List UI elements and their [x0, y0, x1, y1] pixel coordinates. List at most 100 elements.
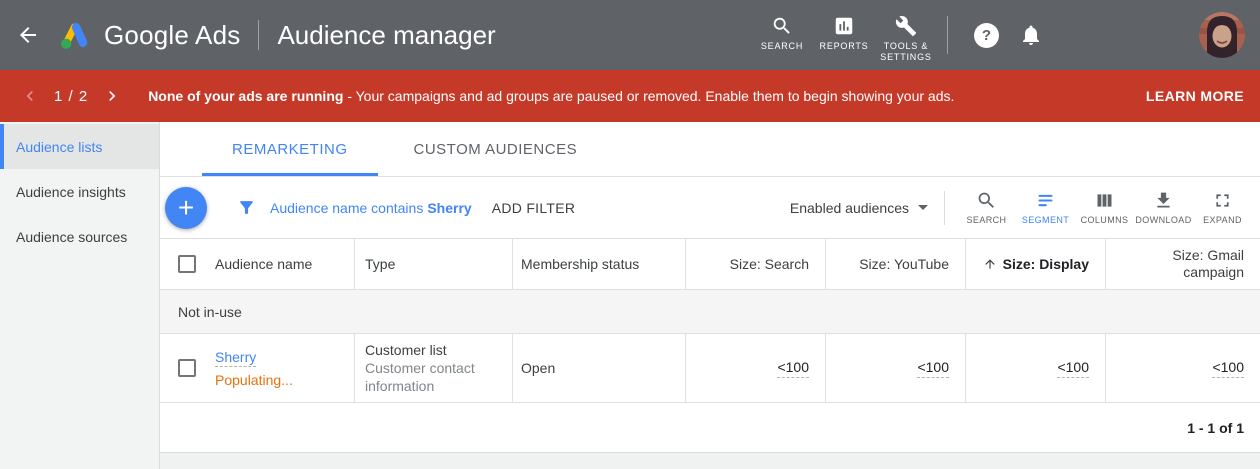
- filter-value: Sherry: [427, 200, 471, 216]
- segment-icon: [1035, 190, 1056, 211]
- google-ads-logo[interactable]: [56, 18, 94, 52]
- alert-message: None of your ads are running - Your camp…: [148, 88, 954, 104]
- bell-icon: [1019, 23, 1043, 47]
- alert-message-bold: None of your ads are running: [148, 88, 343, 104]
- audience-status-dropdown[interactable]: Enabled audiences: [790, 200, 928, 216]
- table-row: Sherry Populating... Customer list Custo…: [160, 334, 1260, 403]
- cell-membership-status: Open: [513, 334, 686, 402]
- brand-name: Google Ads: [104, 20, 240, 51]
- active-filter-chip[interactable]: Audience name containsSherry: [270, 200, 472, 216]
- topbar: Google Ads Audience manager SEARCH REPOR…: [0, 0, 1260, 70]
- topbar-search-button[interactable]: SEARCH: [751, 9, 813, 61]
- back-button[interactable]: [16, 23, 40, 47]
- page-title: Audience manager: [277, 20, 495, 51]
- sidebar-item-label: Audience insights: [16, 184, 126, 200]
- action-label: DOWNLOAD: [1135, 215, 1191, 225]
- column-label: Type: [355, 256, 395, 272]
- topbar-right: SEARCH REPORTS TOOLS & SETTINGS ?: [751, 9, 1245, 61]
- group-label: Not in-use: [178, 304, 242, 320]
- row-checkbox[interactable]: [178, 359, 196, 377]
- add-filter-button[interactable]: ADD FILTER: [492, 200, 576, 216]
- type-detail: Customer contact information: [365, 359, 496, 395]
- arrow-back-icon: [16, 23, 40, 47]
- size-search-value: <100: [777, 359, 809, 378]
- toolbar-divider: [944, 191, 945, 225]
- sidebar-item-audience-sources[interactable]: Audience sources: [0, 214, 159, 259]
- cell-audience-name: Sherry Populating...: [160, 334, 355, 402]
- topbar-vertical-divider: [947, 16, 948, 54]
- sidebar-item-audience-lists[interactable]: Audience lists: [0, 124, 159, 169]
- notifications-button[interactable]: [1019, 23, 1043, 47]
- page-background: [160, 453, 1260, 469]
- alert-prev-button[interactable]: [20, 86, 40, 106]
- download-icon: [1153, 190, 1174, 211]
- topbar-divider: [258, 20, 259, 50]
- topbar-tools-settings-button[interactable]: TOOLS & SETTINGS: [875, 9, 937, 61]
- question-mark-icon: ?: [982, 27, 991, 44]
- chevron-down-icon: [918, 205, 928, 210]
- column-header-audience-name[interactable]: Audience name: [160, 239, 355, 289]
- search-icon: [976, 190, 997, 211]
- cell-size-search: <100: [686, 334, 826, 402]
- cell-size-youtube: <100: [826, 334, 966, 402]
- column-header-size-gmail-campaign[interactable]: Size: Gmail campaign: [1106, 239, 1260, 289]
- table-footer: 1 - 1 of 1: [160, 403, 1260, 453]
- main-content: REMARKETING CUSTOM AUDIENCES + Audience …: [160, 122, 1260, 469]
- column-header-membership-status[interactable]: Membership status: [513, 239, 686, 289]
- columns-button[interactable]: COLUMNS: [1075, 190, 1134, 225]
- tab-bar: REMARKETING CUSTOM AUDIENCES: [160, 122, 1260, 177]
- help-button[interactable]: ?: [974, 23, 999, 48]
- size-youtube-value: <100: [917, 359, 949, 378]
- alert-pager: 1 / 2: [54, 88, 88, 105]
- segment-button[interactable]: SEGMENT: [1016, 190, 1075, 225]
- column-header-size-display-sorted[interactable]: Size: Display: [966, 239, 1106, 289]
- alert-banner: 1 / 2 None of your ads are running - You…: [0, 70, 1260, 122]
- tab-remarketing[interactable]: REMARKETING: [202, 122, 378, 176]
- plus-icon: +: [178, 192, 194, 224]
- filter-icon[interactable]: [237, 198, 256, 217]
- download-button[interactable]: DOWNLOAD: [1134, 190, 1193, 225]
- column-label: Size: Display: [1003, 256, 1089, 272]
- size-display-value: <100: [1057, 359, 1089, 378]
- pagination-text: 1 - 1 of 1: [1187, 420, 1244, 436]
- expand-button[interactable]: EXPAND: [1193, 190, 1252, 225]
- size-gmail-value: <100: [1212, 359, 1244, 378]
- column-header-type[interactable]: Type: [355, 239, 513, 289]
- table-toolbar: + Audience name containsSherry ADD FILTE…: [160, 177, 1260, 239]
- learn-more-link[interactable]: LEARN MORE: [1146, 88, 1244, 104]
- avatar[interactable]: [1199, 12, 1245, 58]
- action-label: SEARCH: [967, 215, 1007, 225]
- add-audience-button[interactable]: +: [165, 187, 207, 229]
- chevron-left-icon: [20, 86, 40, 106]
- tab-label: REMARKETING: [232, 141, 348, 158]
- tab-custom-audiences[interactable]: CUSTOM AUDIENCES: [378, 122, 614, 176]
- column-label: Membership status: [513, 256, 639, 272]
- cell-size-display: <100: [966, 334, 1106, 402]
- sidebar: Audience lists Audience insights Audienc…: [0, 122, 160, 469]
- sidebar-item-audience-insights[interactable]: Audience insights: [0, 169, 159, 214]
- action-label: EXPAND: [1203, 215, 1242, 225]
- audience-status-value: Enabled audiences: [790, 200, 909, 216]
- action-label: COLUMNS: [1081, 215, 1129, 225]
- column-label: Audience name: [215, 256, 312, 272]
- audience-name-stack: Sherry Populating...: [215, 349, 293, 388]
- topbar-reports-button[interactable]: REPORTS: [813, 9, 875, 61]
- sort-ascending-icon: [983, 257, 997, 271]
- topbar-left: Google Ads Audience manager: [16, 18, 496, 52]
- group-row-not-in-use: Not in-use: [160, 290, 1260, 334]
- select-all-checkbox[interactable]: [178, 255, 196, 273]
- type-value: Customer list: [365, 341, 496, 359]
- topbar-tools-settings-label: TOOLS & SETTINGS: [875, 41, 937, 63]
- expand-icon: [1212, 190, 1233, 211]
- wrench-icon: [895, 15, 917, 37]
- column-label: Size: Gmail campaign: [1144, 247, 1244, 281]
- tab-label: CUSTOM AUDIENCES: [414, 141, 578, 158]
- column-header-size-search[interactable]: Size: Search: [686, 239, 826, 289]
- column-label: Size: YouTube: [859, 256, 949, 272]
- audience-name-link[interactable]: Sherry: [215, 349, 256, 367]
- alert-next-button[interactable]: [102, 86, 122, 106]
- search-table-button[interactable]: SEARCH: [957, 190, 1016, 225]
- sidebar-item-label: Audience lists: [16, 139, 102, 155]
- action-label: SEGMENT: [1022, 215, 1069, 225]
- column-header-size-youtube[interactable]: Size: YouTube: [826, 239, 966, 289]
